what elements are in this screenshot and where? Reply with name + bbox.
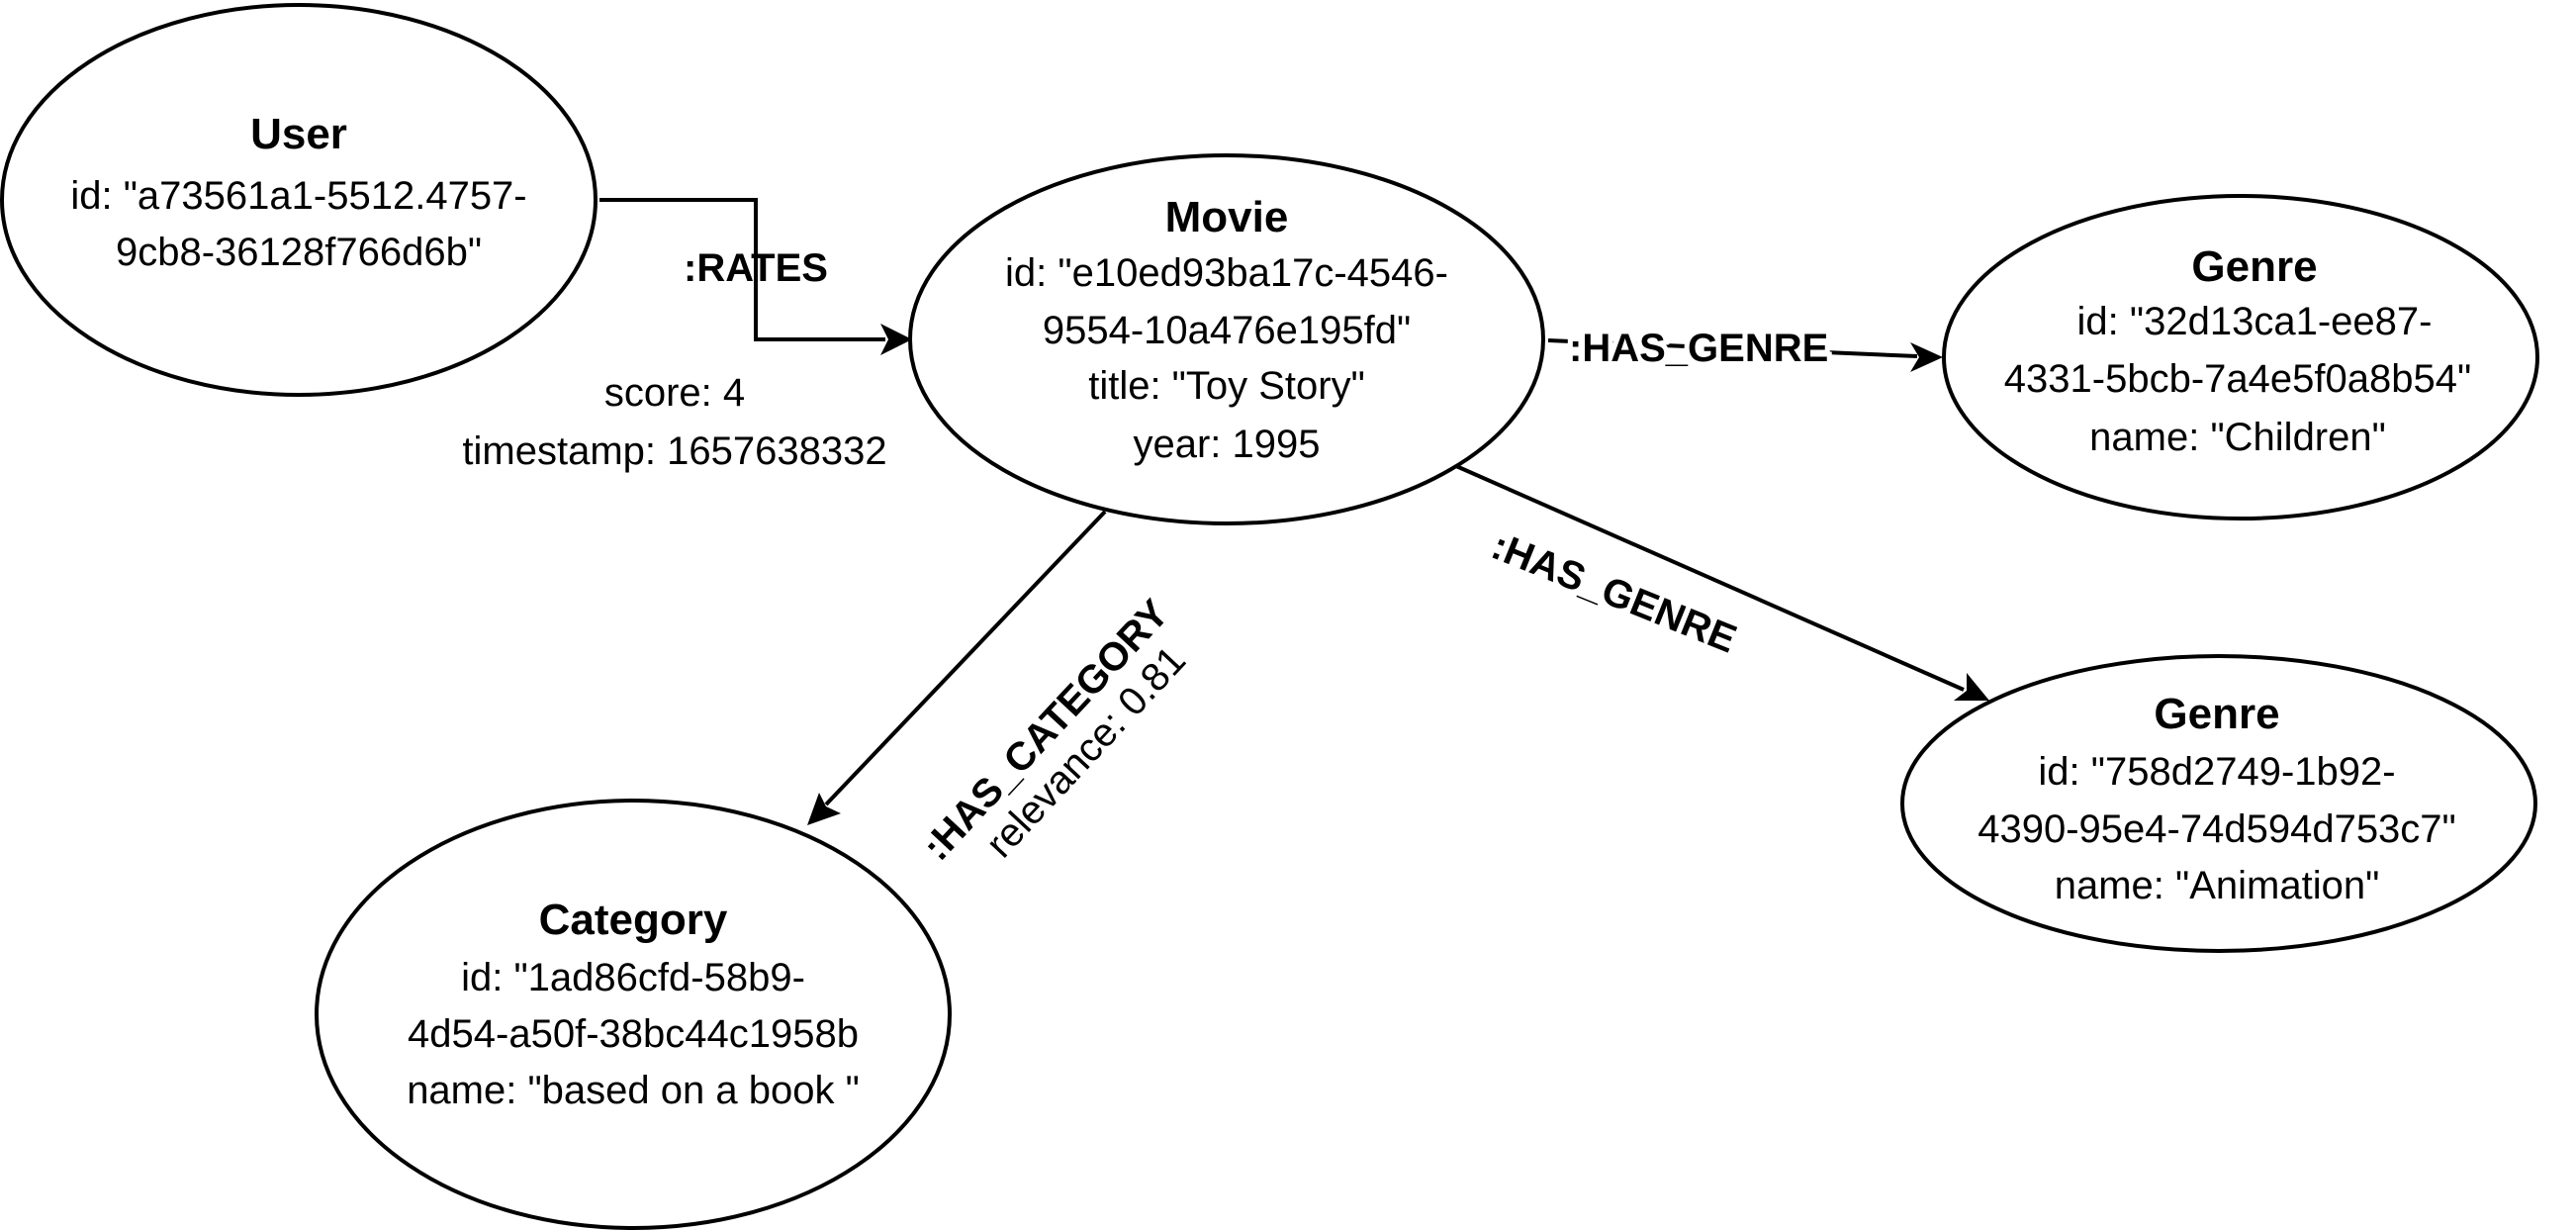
node-genre-children-prop-1: 4331-5bcb-7a4e5f0a8b54"	[2004, 357, 2471, 401]
node-category-title: Category	[539, 896, 728, 944]
edge-rates-label: :RATES	[684, 246, 828, 290]
node-movie-prop-2: title: "Toy Story"	[1088, 364, 1365, 408]
node-category[interactable]: Category id: "1ad86cfd-58b9- 4d54-a50f-3…	[315, 799, 952, 1230]
node-genre-children[interactable]: Genre id: "32d13ca1-ee87- 4331-5bcb-7a4e…	[1942, 194, 2539, 521]
node-genre-children-title: Genre	[2191, 242, 2317, 291]
edge-has-genre-children: :HAS_GENRE	[1547, 322, 1943, 375]
node-genre-children-prop-2: name: "Children"	[2089, 416, 2386, 459]
node-category-prop-2: name: "based on a book "	[407, 1069, 860, 1112]
edge-rates-prop-timestamp: timestamp: 1657638332	[462, 429, 886, 473]
edge-has-category-arrowhead	[807, 793, 841, 825]
node-genre-animation[interactable]: Genre id: "758d2749-1b92- 4390-95e4-74d5…	[1900, 654, 2537, 953]
node-movie[interactable]: Movie id: "e10ed93ba17c-4546- 9554-10a47…	[908, 153, 1545, 525]
node-genre-animation-prop-1: 4390-95e4-74d594d753c7"	[1978, 807, 2456, 851]
node-user-prop-0: id: "a73561a1-5512.4757-	[70, 174, 526, 218]
node-category-prop-1: 4d54-a50f-38bc44c1958b	[408, 1012, 859, 1056]
edge-rates-prop-score: score: 4	[604, 371, 745, 415]
node-user[interactable]: User id: "a73561a1-5512.4757- 9cb8-36128…	[0, 3, 598, 397]
node-genre-animation-prop-2: name: "Animation"	[2055, 864, 2380, 907]
node-genre-animation-prop-0: id: "758d2749-1b92-	[2038, 750, 2395, 794]
node-movie-prop-1: 9554-10a476e195fd"	[1043, 309, 1411, 352]
edge-has-genre-animation: :HAS_GENRE	[1455, 464, 1989, 701]
edge-has-category: :HAS_CATEGORY relevance: 0.81	[807, 510, 1194, 870]
node-genre-children-prop-0: id: "32d13ca1-ee87-	[2077, 300, 2433, 343]
node-genre-animation-title: Genre	[2154, 690, 2279, 738]
graph-diagram: :RATES score: 4 timestamp: 1657638332 :H…	[0, 3, 2539, 1230]
node-user-prop-1: 9cb8-36128f766d6b"	[116, 231, 482, 274]
node-movie-prop-3: year: 1995	[1133, 423, 1320, 466]
edge-has-category-label: :HAS_CATEGORY	[914, 592, 1177, 870]
edge-has-genre-children-label: :HAS_GENRE	[1569, 327, 1828, 370]
edge-has-genre-animation-label: :HAS_GENRE	[1486, 524, 1743, 662]
node-user-title: User	[250, 110, 347, 158]
node-movie-prop-0: id: "e10ed93ba17c-4546-	[1005, 251, 1448, 295]
node-movie-title: Movie	[1165, 193, 1289, 241]
node-category-prop-0: id: "1ad86cfd-58b9-	[461, 956, 805, 999]
